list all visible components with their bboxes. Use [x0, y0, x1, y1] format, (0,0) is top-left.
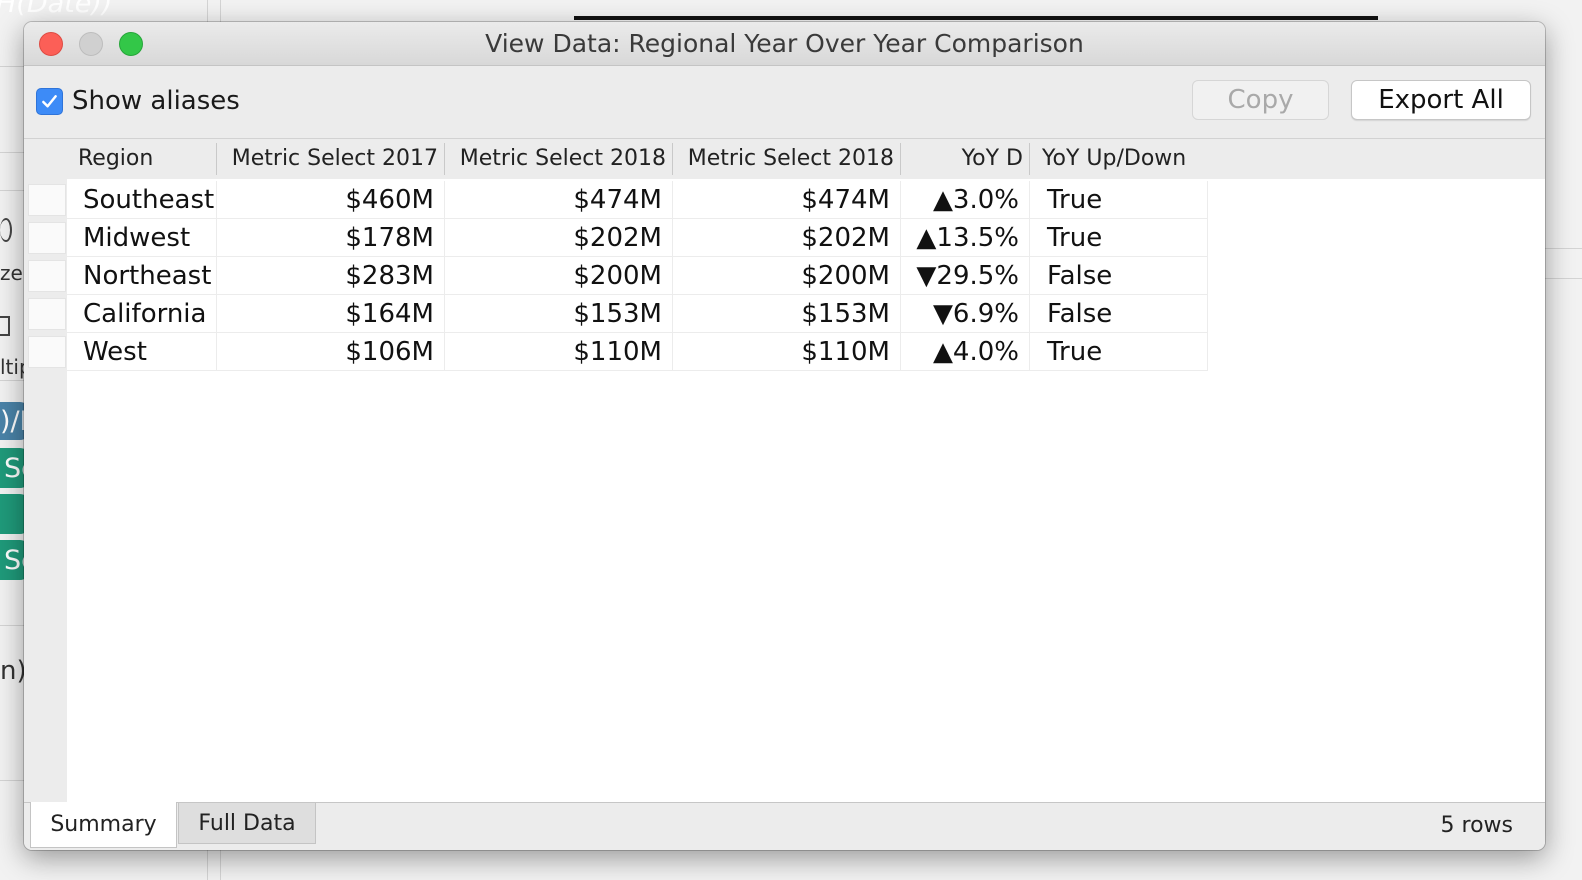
row-header-cell[interactable]	[28, 184, 66, 216]
cell-yoy-up-down[interactable]: False	[1030, 295, 1208, 333]
table-row[interactable]: California $164M $153M $153M ▼6.9% False	[24, 295, 1208, 333]
cell-region[interactable]: Midwest	[67, 219, 217, 257]
row-count-label: 5 rows	[1440, 813, 1513, 838]
column-header-metric-2018[interactable]: Metric Select 2018	[445, 139, 672, 179]
table-row[interactable]: Southeast $460M $474M $474M ▲3.0% True	[24, 181, 1208, 219]
cell-yoy-up-down[interactable]: True	[1030, 219, 1208, 257]
cell-yoy-up-down[interactable]: True	[1030, 181, 1208, 219]
cell-metric-2017[interactable]: $106M	[217, 333, 445, 371]
table-row[interactable]: West $106M $110M $110M ▲4.0% True	[24, 333, 1208, 371]
cell-yoy-d[interactable]: ▲13.5%	[901, 219, 1030, 257]
cell-metric-2018[interactable]: $474M	[445, 181, 673, 219]
cell-yoy-up-down[interactable]: True	[1030, 333, 1208, 371]
cell-metric-2017[interactable]: $283M	[217, 257, 445, 295]
cell-yoy-up-down[interactable]: False	[1030, 257, 1208, 295]
toolbar: Show aliases Copy Export All	[24, 66, 1545, 138]
bg-tooltip-icon	[0, 316, 10, 336]
cell-metric-2018-b[interactable]: $153M	[673, 295, 901, 333]
table-row[interactable]: Northeast $283M $200M $200M ▼29.5% False	[24, 257, 1208, 295]
export-all-button[interactable]: Export All	[1351, 80, 1531, 120]
row-header-cell[interactable]	[28, 298, 66, 330]
row-header-cell[interactable]	[28, 336, 66, 368]
cell-metric-2018-b[interactable]: $202M	[673, 219, 901, 257]
cell-region[interactable]: Southeast	[67, 181, 217, 219]
show-aliases-toggle[interactable]: Show aliases	[36, 86, 240, 116]
column-header-region[interactable]: Region	[78, 139, 216, 179]
view-data-dialog: View Data: Regional Year Over Year Compa…	[24, 22, 1545, 850]
show-aliases-label[interactable]: Show aliases	[72, 86, 240, 116]
cell-metric-2017[interactable]: $460M	[217, 181, 445, 219]
cell-metric-2018[interactable]: $202M	[445, 219, 673, 257]
cell-metric-2018[interactable]: $110M	[445, 333, 673, 371]
show-aliases-checkbox[interactable]	[36, 87, 63, 115]
cell-metric-2018[interactable]: $200M	[445, 257, 673, 295]
copy-button[interactable]: Copy	[1192, 80, 1329, 120]
cell-metric-2018-b[interactable]: $110M	[673, 333, 901, 371]
column-header-yoy-d[interactable]: YoY D	[901, 139, 1029, 179]
cell-metric-2017[interactable]: $164M	[217, 295, 445, 333]
cell-yoy-d[interactable]: ▼6.9%	[901, 295, 1030, 333]
column-header-metric-2017[interactable]: Metric Select 2017	[217, 139, 444, 179]
cell-yoy-d[interactable]: ▲3.0%	[901, 181, 1030, 219]
data-grid[interactable]: Region Metric Select 2017 Metric Select …	[24, 138, 1545, 802]
cell-metric-2018-b[interactable]: $200M	[673, 257, 901, 295]
cell-yoy-d[interactable]: ▼29.5%	[901, 257, 1030, 295]
title-bar[interactable]: View Data: Regional Year Over Year Compa…	[24, 22, 1545, 66]
checkmark-icon	[42, 94, 57, 107]
bottom-bar: Summary Full Data 5 rows	[24, 802, 1545, 850]
column-header-yoy-up-down[interactable]: YoY Up/Down	[1030, 139, 1208, 179]
row-header-cell[interactable]	[28, 222, 66, 254]
cell-region[interactable]: West	[67, 333, 217, 371]
window-title: View Data: Regional Year Over Year Compa…	[485, 29, 1084, 58]
cell-yoy-d[interactable]: ▲4.0%	[901, 333, 1030, 371]
column-header-row: Region Metric Select 2017 Metric Select …	[24, 139, 1545, 179]
cell-region[interactable]: Northeast	[67, 257, 217, 295]
cell-metric-2018-b[interactable]: $474M	[673, 181, 901, 219]
table-row[interactable]: Midwest $178M $202M $202M ▲13.5% True	[24, 219, 1208, 257]
bg-date-pill[interactable]: H(Date))	[0, 0, 198, 20]
tab-full-data[interactable]: Full Data	[178, 803, 316, 844]
cell-metric-2017[interactable]: $178M	[217, 219, 445, 257]
tab-summary[interactable]: Summary	[30, 802, 177, 848]
bg-rule	[574, 16, 1378, 20]
column-header-metric-2018-b[interactable]: Metric Select 2018	[673, 139, 900, 179]
bg-circle-icon	[0, 218, 12, 242]
cell-metric-2018[interactable]: $153M	[445, 295, 673, 333]
row-header-cell[interactable]	[28, 260, 66, 292]
cell-region[interactable]: California	[67, 295, 217, 333]
